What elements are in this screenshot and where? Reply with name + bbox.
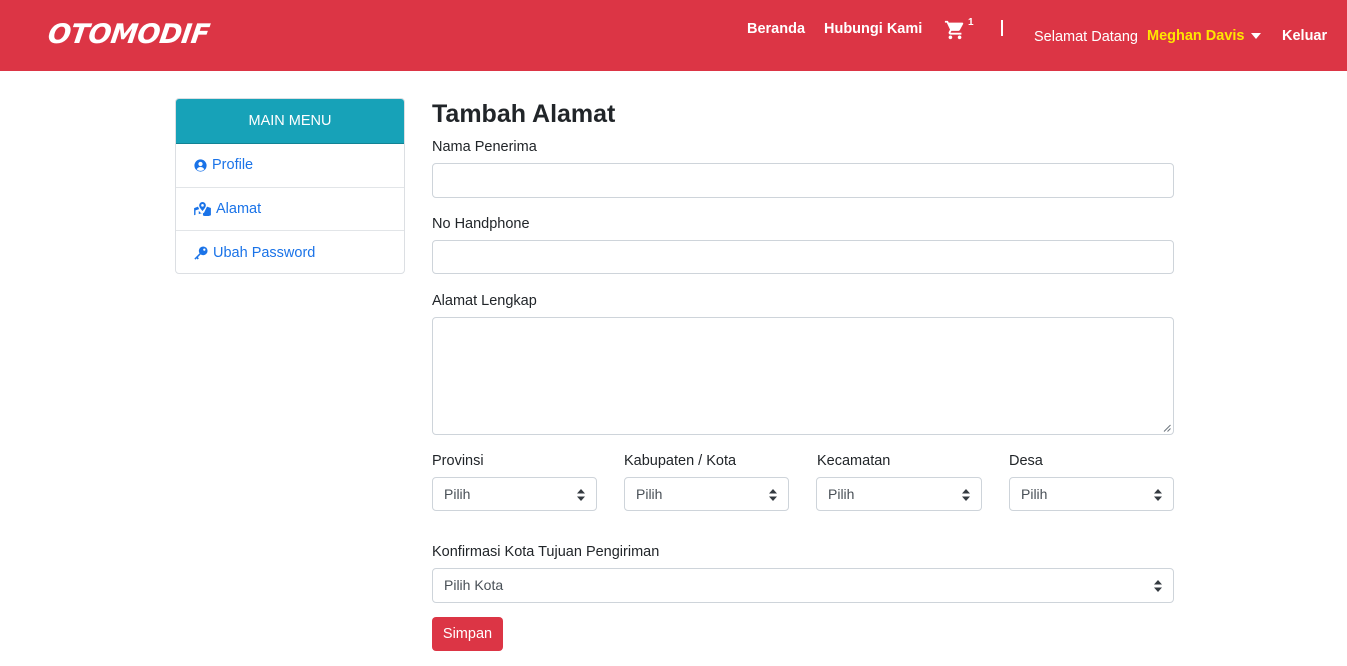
desa-label: Desa	[1009, 453, 1043, 469]
nav-link-hubungi-kami[interactable]: Hubungi Kami	[824, 20, 922, 38]
user-circle-icon	[194, 159, 207, 172]
provinsi-selected-value: Pilih	[444, 486, 471, 502]
key-icon	[194, 246, 208, 260]
sidebar-item-label: Ubah Password	[213, 244, 316, 261]
nav-link-beranda[interactable]: Beranda	[747, 20, 805, 38]
sidebar-item-label: Alamat	[216, 200, 262, 217]
sidebar-item-ubah-password[interactable]: Ubah Password	[176, 231, 404, 273]
kabupaten-kota-selected-value: Pilih	[636, 486, 663, 502]
kabupaten-kota-label: Kabupaten / Kota	[624, 453, 737, 469]
nav-divider	[1001, 20, 1003, 36]
no-handphone-input[interactable]	[432, 240, 1174, 274]
sidebar-item-label: Profile	[212, 157, 254, 174]
select-arrows-icon	[577, 489, 585, 501]
resize-grip-icon[interactable]	[1163, 424, 1171, 432]
simpan-button[interactable]: Simpan	[432, 617, 503, 651]
konfirmasi-kota-label: Konfirmasi Kota Tujuan Pengiriman	[432, 544, 660, 560]
cart-icon[interactable]	[944, 19, 966, 41]
user-menu-toggle[interactable]: Meghan Davis	[1147, 27, 1245, 45]
nama-penerima-input[interactable]	[432, 163, 1174, 198]
brand-text[interactable]: OTOMODIF	[46, 19, 212, 51]
kabupaten-kota-select[interactable]: Pilih	[624, 477, 789, 511]
select-arrows-icon	[1154, 580, 1162, 592]
desa-selected-value: Pilih	[1021, 486, 1048, 502]
nama-penerima-label: Nama Penerima	[432, 139, 537, 155]
caret-down-icon[interactable]	[1251, 33, 1261, 39]
sidebar-header: MAIN MENU	[176, 99, 404, 144]
konfirmasi-kota-select[interactable]: Pilih Kota	[432, 568, 1174, 603]
page-title: Tambah Alamat	[432, 100, 616, 128]
alamat-lengkap-textarea[interactable]	[432, 317, 1174, 435]
logout-link[interactable]: Keluar	[1282, 27, 1327, 45]
cart-count-badge: 1	[968, 17, 974, 28]
kecamatan-selected-value: Pilih	[828, 486, 855, 502]
provinsi-label: Provinsi	[432, 453, 484, 469]
kecamatan-select[interactable]: Pilih	[816, 477, 982, 511]
sidebar-item-profile[interactable]: Profile	[176, 144, 404, 188]
sidebar-menu: MAIN MENU Profile Alamat Ubah Password	[175, 98, 405, 274]
select-arrows-icon	[769, 489, 777, 501]
provinsi-select[interactable]: Pilih	[432, 477, 597, 511]
welcome-text: Selamat Datang	[1034, 29, 1138, 45]
desa-select[interactable]: Pilih	[1009, 477, 1174, 511]
no-handphone-label: No Handphone	[432, 216, 530, 232]
sidebar-item-alamat[interactable]: Alamat	[176, 188, 404, 231]
konfirmasi-kota-selected-value: Pilih Kota	[444, 577, 504, 593]
brand-logo[interactable]: OTOMODIF	[46, 19, 212, 51]
select-arrows-icon	[1154, 489, 1162, 501]
map-marked-icon	[194, 201, 211, 216]
navbar: OTOMODIF Beranda Hubungi Kami 1 Selamat …	[0, 0, 1347, 71]
select-arrows-icon	[962, 489, 970, 501]
alamat-lengkap-label: Alamat Lengkap	[432, 293, 537, 309]
kecamatan-label: Kecamatan	[817, 453, 891, 469]
